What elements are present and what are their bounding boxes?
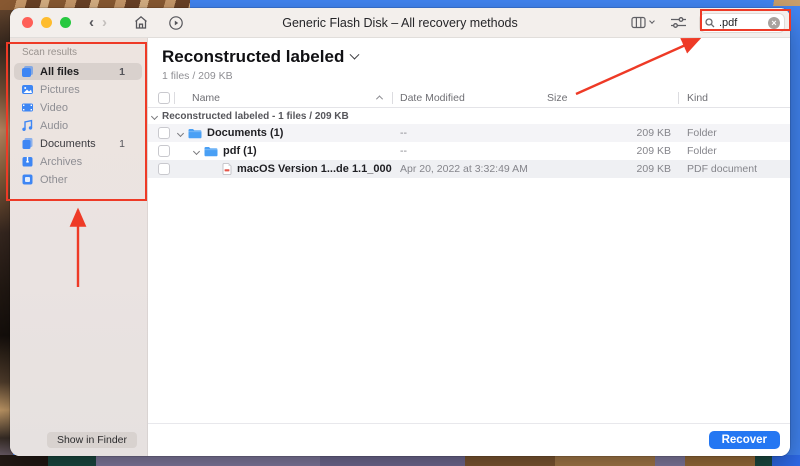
group-row[interactable]: Reconstructed labeled - 1 files / 209 KB [148,108,790,124]
back-button[interactable]: ‹ [85,15,98,30]
window-title: Generic Flash Disk – All recovery method… [282,16,518,30]
file-name: Documents (1) [207,127,284,139]
sidebar-items: All files 1 Pictures Video Audio Documents 1 Ar… [10,63,147,188]
grid-view-icon [631,16,646,29]
file-kind: PDF document [687,163,758,175]
chevron-down-icon[interactable] [176,129,185,137]
sidebar-item-archives[interactable]: Archives [14,153,142,170]
main-content: Reconstructed labeled 1 files / 209 KB N… [148,38,790,423]
row-checkbox[interactable] [158,127,170,139]
page-title: Reconstructed labeled [162,47,345,66]
column-header-kind[interactable]: Kind [678,88,790,107]
sidebar-item-pictures[interactable]: Pictures [14,81,142,98]
sidebar-section-header: Scan results [22,47,78,58]
app-window: ‹ › Generic Flash Disk – All recovery me… [10,8,790,456]
close-window-button[interactable] [22,17,33,28]
table-row[interactable]: pdf (1) -- 209 KB Folder [148,142,790,160]
sidebar-item-label: Pictures [40,83,80,96]
wallpaper-top-right [766,0,800,6]
file-size: 209 KB [636,163,671,175]
folder-icon [204,146,218,157]
titlebar-actions: .pdf × [631,12,787,33]
file-date-modified: Apr 20, 2022 at 3:32:49 AM [400,163,528,175]
group-row-label: Reconstructed labeled - 1 files / 209 KB [162,110,349,122]
traffic-lights [22,17,71,28]
file-size: 209 KB [636,127,671,139]
table-header: Name Date Modified Size Kind [148,88,790,108]
file-name: macOS Version 1...de 1.1_000000.pdf [237,163,392,175]
column-header-size[interactable]: Size [536,88,678,107]
other-icon [20,173,34,186]
audio-icon [20,119,34,132]
sidebar-item-audio[interactable]: Audio [14,117,142,134]
video-icon [20,101,34,114]
minimize-window-button[interactable] [41,17,52,28]
sidebar-item-label: Other [40,173,68,186]
sidebar-item-all-files[interactable]: All files 1 [14,63,142,80]
sidebar-item-other[interactable]: Other [14,171,142,188]
titlebar: ‹ › Generic Flash Disk – All recovery me… [10,8,790,38]
sidebar-item-documents[interactable]: Documents 1 [14,135,142,152]
pictures-icon [20,83,34,96]
file-date-modified: -- [400,145,407,157]
sort-ascending-icon [375,95,384,103]
sidebar-item-label: Archives [40,155,83,168]
sidebar-item-count: 1 [119,65,125,78]
view-mode-button[interactable] [631,16,655,29]
column-header-name[interactable]: Name [174,88,392,107]
folder-icon [188,128,202,139]
clear-search-icon[interactable]: × [768,16,780,29]
table-row[interactable]: Documents (1) -- 209 KB Folder [148,124,790,142]
search-input[interactable]: .pdf × [699,12,785,33]
file-table-rows: Documents (1) -- 209 KB Folder pdf (1) -- 209 … [148,124,790,178]
pdf-icon [222,163,232,175]
sidebar: Scan results All files 1 Pictures Video Audi… [10,38,148,456]
title-chevron-down-icon[interactable] [349,49,360,60]
search-icon [705,17,715,27]
search-value: .pdf [719,16,738,29]
chevron-down-icon [649,18,655,24]
chevron-down-icon [150,112,159,120]
all-files-icon [20,65,34,78]
file-name: pdf (1) [223,145,257,157]
select-all-checkbox[interactable] [158,91,170,104]
documents-icon [20,137,34,150]
row-checkbox[interactable] [158,163,170,175]
file-kind: Folder [687,145,717,157]
forward-button[interactable]: › [98,15,111,30]
table-row[interactable]: macOS Version 1...de 1.1_000000.pdf Apr 2… [148,160,790,178]
file-size: 209 KB [636,145,671,157]
file-date-modified: -- [400,127,407,139]
sidebar-item-label: All files [40,65,80,78]
footer-bar: Recover [148,423,790,456]
row-checkbox[interactable] [158,145,170,157]
filter-icon[interactable] [670,16,687,30]
page-summary: 1 files / 209 KB [162,70,233,82]
sidebar-item-label: Audio [40,119,69,132]
recover-button[interactable]: Recover [708,431,780,449]
archives-icon [20,155,34,168]
recovery-session-icon[interactable] [168,15,184,31]
show-in-finder-button[interactable]: Show in Finder [47,432,137,448]
wallpaper-bottom-band [0,455,800,466]
chevron-down-icon[interactable] [192,147,201,155]
column-header-date-modified[interactable]: Date Modified [392,88,536,107]
sidebar-item-video[interactable]: Video [14,99,142,116]
file-kind: Folder [687,127,717,139]
home-icon[interactable] [133,15,149,30]
content-header: Reconstructed labeled 1 files / 209 KB [148,38,790,82]
sidebar-item-label: Video [40,101,68,114]
sidebar-item-label: Documents [40,137,96,150]
zoom-window-button[interactable] [60,17,71,28]
sidebar-item-count: 1 [119,137,125,150]
